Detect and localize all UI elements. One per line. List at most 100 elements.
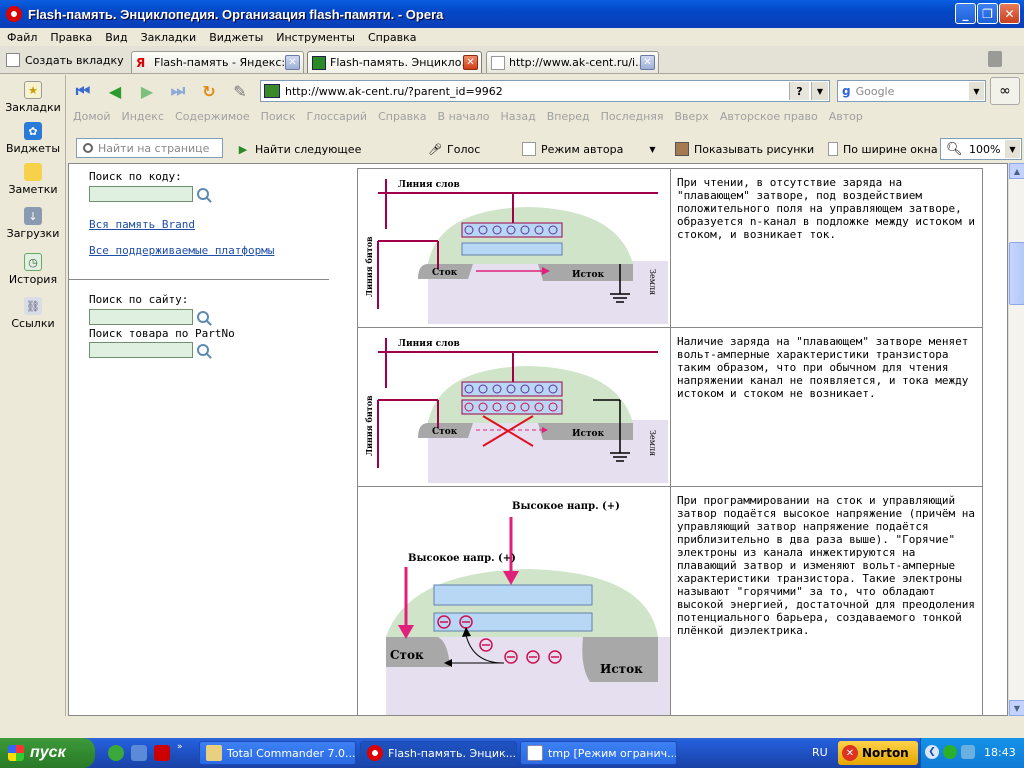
tray-network-icon[interactable]: [961, 745, 975, 759]
find-next-label: Найти следующее: [255, 142, 362, 156]
nav-copyright[interactable]: Авторское право: [720, 110, 818, 126]
fit-width-label: По ширине окна: [843, 142, 938, 156]
nav-home[interactable]: Домой: [73, 110, 111, 126]
nav-contents[interactable]: Содержимое: [175, 110, 250, 126]
panel-history[interactable]: ◷ История: [0, 253, 66, 293]
back-icon[interactable]: ◀: [104, 80, 126, 102]
nav-back[interactable]: Назад: [501, 110, 536, 126]
trash-icon[interactable]: [988, 51, 1002, 67]
menu-bookmarks[interactable]: Закладки: [134, 31, 203, 44]
menu-bar: Файл Правка Вид Закладки Виджеты Инструм…: [0, 28, 1024, 46]
binoculars-icon[interactable]: ∞: [990, 77, 1020, 105]
norton-button[interactable]: ✕ Norton: [838, 741, 918, 765]
close-window-button[interactable]: ✕: [999, 3, 1020, 24]
voice-button[interactable]: 🎤︎ Голос: [428, 140, 480, 158]
rewind-icon[interactable]: ⏮: [72, 80, 94, 102]
microphone-icon: 🎤︎: [428, 142, 442, 156]
reload-icon[interactable]: ↻: [198, 80, 220, 102]
nav-glossary[interactable]: Глоссарий: [306, 110, 367, 126]
clock: 18:43: [984, 746, 1016, 759]
ground-label: Земля: [648, 269, 657, 295]
menu-tools[interactable]: Инструменты: [269, 31, 361, 44]
network-icon[interactable]: [131, 745, 147, 761]
panel-notes[interactable]: Заметки: [0, 163, 66, 203]
tray-app-icon[interactable]: [943, 745, 957, 759]
menu-help[interactable]: Справка: [361, 31, 422, 44]
nav-help[interactable]: Справка: [378, 110, 426, 126]
author-mode-button[interactable]: Режим автора ▼: [522, 140, 656, 158]
panel-links[interactable]: ⛓ Ссылки: [0, 297, 66, 337]
info-icon[interactable]: [108, 745, 124, 761]
tray-collapse-icon[interactable]: ❮: [925, 745, 939, 759]
close-tab-icon[interactable]: ✕: [285, 55, 300, 70]
scroll-up-icon[interactable]: ▲: [1009, 163, 1024, 179]
nav-search[interactable]: Поиск: [261, 110, 296, 126]
panel-label: Виджеты: [5, 142, 61, 155]
tab-yandex[interactable]: Я Flash-память - Яндекс: ... ✕: [131, 51, 304, 73]
taskbar-opera[interactable]: Flash-память. Энцик...: [360, 741, 517, 765]
expand-icon[interactable]: »: [177, 742, 183, 752]
total-commander-icon: [206, 745, 222, 761]
search-icon[interactable]: [197, 344, 209, 356]
panel-downloads[interactable]: ↓ Загрузки: [0, 207, 66, 247]
app-icon[interactable]: [154, 745, 170, 761]
search-placeholder: Google: [855, 84, 895, 98]
find-next-button[interactable]: ▶ Найти следующее: [236, 140, 362, 158]
menu-view[interactable]: Вид: [98, 31, 133, 44]
part-search-input[interactable]: [89, 342, 193, 358]
forward-icon[interactable]: ▶: [136, 80, 158, 102]
task-label: tmp [Режим огранич...: [548, 746, 677, 760]
window-title: Flash-память. Энциклопедия. Организация …: [28, 6, 444, 22]
show-images-button[interactable]: Показывать рисунки: [675, 140, 814, 158]
menu-edit[interactable]: Правка: [43, 31, 98, 44]
chevron-down-icon[interactable]: ▼: [811, 82, 828, 100]
code-search-input[interactable]: [89, 186, 193, 202]
fit-width-button[interactable]: По ширине окна: [828, 140, 938, 158]
nav-author[interactable]: Автор: [829, 110, 863, 126]
new-tab-button[interactable]: Создать вкладку: [6, 50, 124, 70]
page-content: Поиск по коду: Вся память Brand Все подд…: [68, 163, 1008, 716]
tab-flash[interactable]: Flash-память. Энцикло... ✕: [307, 51, 482, 73]
scroll-down-icon[interactable]: ▼: [1009, 700, 1024, 716]
bitline-label: Линия битов: [364, 236, 374, 297]
nav-forward[interactable]: Вперед: [547, 110, 590, 126]
scroll-thumb[interactable]: [1009, 242, 1024, 305]
task-label: Total Commander 7.0...: [227, 746, 356, 760]
taskbar-tmp[interactable]: tmp [Режим огранич...: [520, 741, 677, 765]
chevron-down-icon[interactable]: ▼: [969, 82, 984, 100]
close-tab-icon[interactable]: ✕: [463, 55, 478, 70]
site-search-input[interactable]: [89, 309, 193, 325]
panel-bookmarks[interactable]: ★ Закладки: [0, 81, 66, 121]
high-voltage-top-label: Высокое напр. (+): [512, 501, 620, 512]
maximize-button[interactable]: ❐: [977, 3, 998, 24]
search-input[interactable]: g Google ▼: [837, 80, 986, 102]
new-tab-icon: [6, 53, 20, 67]
menu-file[interactable]: Файл: [0, 31, 43, 44]
panel-widgets[interactable]: ✿ Виджеты: [0, 122, 66, 162]
drain-label: Сток: [432, 268, 458, 278]
vertical-scrollbar[interactable]: ▲ ▼: [1008, 163, 1024, 716]
minimize-button[interactable]: _: [955, 3, 976, 24]
link-all-brand-memory[interactable]: Вся память Brand: [89, 218, 195, 231]
nav-top[interactable]: В начало: [438, 110, 490, 126]
find-input[interactable]: Найти на странице: [76, 138, 223, 158]
search-icon[interactable]: [197, 311, 209, 323]
chevron-down-icon[interactable]: ▼: [1005, 140, 1020, 158]
nav-index[interactable]: Индекс: [122, 110, 165, 126]
link-all-platforms[interactable]: Все поддерживаемые платформы: [89, 244, 274, 257]
address-field[interactable]: http://www.ak-cent.ru/?parent_id=9962 ? …: [260, 80, 830, 102]
fast-forward-icon[interactable]: ⏭: [167, 80, 189, 102]
help-icon[interactable]: ?: [789, 82, 809, 100]
nav-up[interactable]: Вверх: [675, 110, 709, 126]
close-tab-icon[interactable]: ✕: [640, 55, 655, 70]
chevron-down-icon[interactable]: ▼: [649, 145, 655, 154]
nav-last[interactable]: Последняя: [601, 110, 664, 126]
tab-ak-cent[interactable]: http://www.ak-cent.ru/i... ✕: [486, 51, 659, 73]
taskbar-total-commander[interactable]: Total Commander 7.0...: [199, 741, 356, 765]
search-icon[interactable]: [197, 188, 209, 200]
menu-widgets[interactable]: Виджеты: [202, 31, 269, 44]
zoom-select[interactable]: 🔍︎ 100% ▼: [940, 138, 1022, 160]
start-button[interactable]: пуск: [0, 738, 95, 768]
language-indicator[interactable]: RU: [812, 746, 828, 759]
edit-icon[interactable]: ✎: [229, 80, 251, 102]
